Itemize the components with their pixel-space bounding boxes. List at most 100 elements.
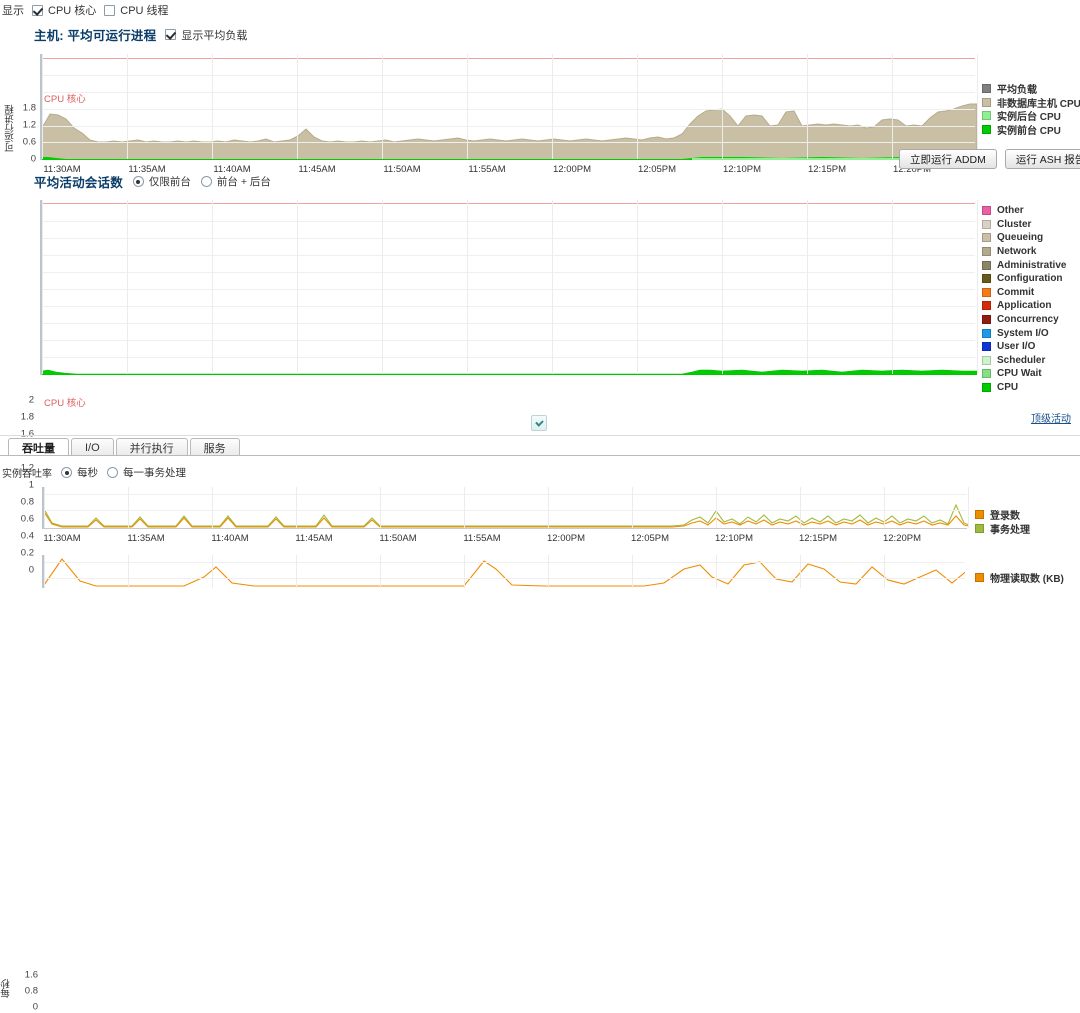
foreground-only-radio-button[interactable] [132, 176, 144, 187]
radio-per-second[interactable]: 每秒 [61, 465, 98, 480]
legend-swatch-queueing [982, 233, 991, 243]
legend-item: Scheduler [982, 354, 1066, 368]
host-xtick-8: 12:10PM [722, 164, 762, 175]
legend-label-system-io: System I/O [997, 327, 1049, 339]
throughput-chart2-plot-area [42, 555, 965, 588]
legend-swatch-cpu [982, 383, 991, 393]
legend-item: CPU Wait [982, 367, 1066, 381]
host-xtick-9: 12:15PM [807, 164, 847, 175]
performance-page: 显示 CPU 核心 CPU 线程 主机: 平均可运行进程 显示平均负载 可运行进… [0, 0, 1080, 1013]
host-xtick-3: 11:45AM [298, 164, 336, 175]
legend-label-scheduler: Scheduler [997, 354, 1046, 366]
throughput-logins-transactions-chart: 每秒 1.6 0.8 0 11:30AM 11:35AM 11:40AM 11:… [0, 484, 969, 1013]
legend-label-other: Other [997, 205, 1024, 217]
legend-swatch-concurrency [982, 315, 991, 325]
display-label: 显示 [2, 5, 24, 17]
aas-ytick-2: 2 [28, 394, 34, 406]
expand-collapse-icon[interactable] [531, 415, 547, 431]
bottom-tab-bar: 吞吐量 I/O 并行执行 服务 [8, 438, 242, 456]
radio-foreground-only[interactable]: 仅限前台 [132, 174, 191, 189]
legend-label-application: Application [997, 300, 1052, 312]
host-ytick-0: 0 [30, 153, 36, 165]
foreground-only-label: 仅限前台 [148, 176, 191, 188]
legend-swatch-scheduler [982, 355, 991, 365]
aas-section-header: 平均活动会话数 仅限前台 前台 + 后台 [34, 172, 271, 191]
legend-swatch-cpu-wait [982, 369, 991, 379]
legend-swatch-nondb-host-cpu [982, 97, 991, 107]
throughput1-xtick-9: 12:15PM [798, 533, 838, 544]
host-cpu-core-threshold-line [42, 58, 975, 59]
legend-item: User I/O [982, 340, 1066, 354]
foreground-background-radio-button[interactable] [200, 176, 212, 187]
tab-parallel-execution[interactable]: 并行执行 [115, 438, 188, 456]
legend-swatch-configuration [982, 274, 991, 284]
top-activity-link[interactable]: 顶级活动 [1031, 410, 1071, 425]
legend-item: 实例后台 CPU [982, 109, 1080, 123]
cpu-core-checkbox-box[interactable] [32, 4, 43, 16]
host-chart-series-svg [42, 103, 977, 160]
tab-io[interactable]: I/O [71, 438, 114, 456]
radio-per-transaction[interactable]: 每一事务处理 [107, 465, 186, 480]
throughput1-xtick-7: 12:05PM [630, 533, 670, 544]
checkbox-cpu-thread[interactable]: CPU 线程 [104, 2, 169, 18]
checkbox-cpu-core[interactable]: CPU 核心 [32, 2, 96, 18]
legend-item: Concurrency [982, 313, 1066, 327]
throughput-chart1-legend: 登录数 事务处理 [975, 508, 1030, 536]
aas-chart-legend: Other Cluster Queueing Network Administr… [982, 204, 1066, 394]
legend-swatch-instance-fg-cpu [982, 125, 991, 135]
throughput1-ytick-0_8: 0.8 [24, 985, 38, 997]
legend-item: Commit [982, 286, 1066, 300]
aas-cpu-core-threshold-line [42, 203, 975, 204]
instance-throughput-rate-label: 实例吞吐率 [2, 469, 52, 480]
cpu-thread-checkbox-box[interactable] [104, 4, 116, 16]
legend-label-commit: Commit [997, 286, 1035, 298]
legend-item: Other [982, 204, 1066, 218]
run-ash-report-button[interactable]: 运行 ASH 报告 [1004, 149, 1080, 169]
legend-label-physical-reads: 物理读取数 (KB) [990, 574, 1064, 586]
radio-foreground-background[interactable]: 前台 + 后台 [200, 174, 271, 189]
host-xtick-7: 12:05PM [637, 164, 677, 175]
throughput1-xtick-6: 12:00PM [546, 533, 586, 544]
foreground-background-label: 前台 + 后台 [216, 176, 271, 188]
legend-label-administrative: Administrative [997, 259, 1067, 271]
aas-ytick-1_8: 1.8 [20, 411, 34, 423]
legend-label-queueing: Queueing [997, 232, 1044, 244]
legend-label-transactions: 事务处理 [990, 524, 1030, 536]
action-buttons: 立即运行 ADDM 运行 ASH 报告 [899, 149, 1080, 169]
host-xtick-5: 11:55AM [468, 164, 506, 175]
host-chart-legend: 平均负载 非数据库主机 CPU 实例后台 CPU 实例前台 CPU [982, 82, 1080, 138]
throughput1-xtick-2: 11:40AM [211, 533, 249, 544]
throughput1-xtick-5: 11:55AM [463, 533, 501, 544]
aas-section-title: 平均活动会话数 [34, 176, 123, 190]
throughput1-xtick-8: 12:10PM [714, 533, 754, 544]
run-addm-now-button[interactable]: 立即运行 ADDM [899, 149, 997, 169]
throughput2-series-physical-reads [44, 558, 965, 587]
throughput-chart2-series-svg [44, 558, 965, 587]
throughput-chart2-legend: 物理读取数 (KB) [975, 571, 1064, 585]
legend-item: 登录数 [975, 508, 1030, 522]
per-second-radio-button[interactable] [61, 467, 72, 478]
legend-item: Queueing [982, 231, 1066, 245]
aas-series-cpu [42, 369, 977, 375]
host-chart-plot-area [40, 54, 978, 160]
legend-label-instance-fg-cpu: 实例前台 CPU [997, 126, 1061, 138]
checkbox-show-average-load[interactable]: 显示平均负载 [165, 27, 247, 43]
throughput1-xtick-0: 11:30AM [43, 533, 81, 544]
legend-item: 物理读取数 (KB) [975, 571, 1064, 585]
host-ytick-1_8: 1.8 [22, 102, 36, 114]
per-transaction-radio-button[interactable] [107, 467, 118, 478]
throughput-chart1-plot-area [42, 487, 969, 529]
legend-swatch-instance-bg-cpu [982, 111, 991, 121]
aas-chart-plot-area [40, 200, 978, 375]
average-active-sessions-chart: 2 1.8 1.6 1.4 1.2 1 0.8 0.6 0.4 0.2 0 [0, 196, 978, 589]
host-series-nondb-cpu [42, 103, 977, 160]
host-xtick-4: 11:50AM [383, 164, 421, 175]
show-average-load-checkbox-box[interactable] [165, 29, 177, 40]
legend-swatch-physical-reads [975, 573, 984, 583]
host-section-header: 主机: 平均可运行进程 显示平均负载 [34, 25, 247, 44]
tab-throughput[interactable]: 吞吐量 [8, 438, 69, 456]
throughput1-xtick-4: 11:50AM [379, 533, 417, 544]
legend-swatch-user-io [982, 342, 991, 352]
tab-services[interactable]: 服务 [189, 438, 240, 456]
display-options-row: 显示 CPU 核心 CPU 线程 [0, 2, 169, 18]
